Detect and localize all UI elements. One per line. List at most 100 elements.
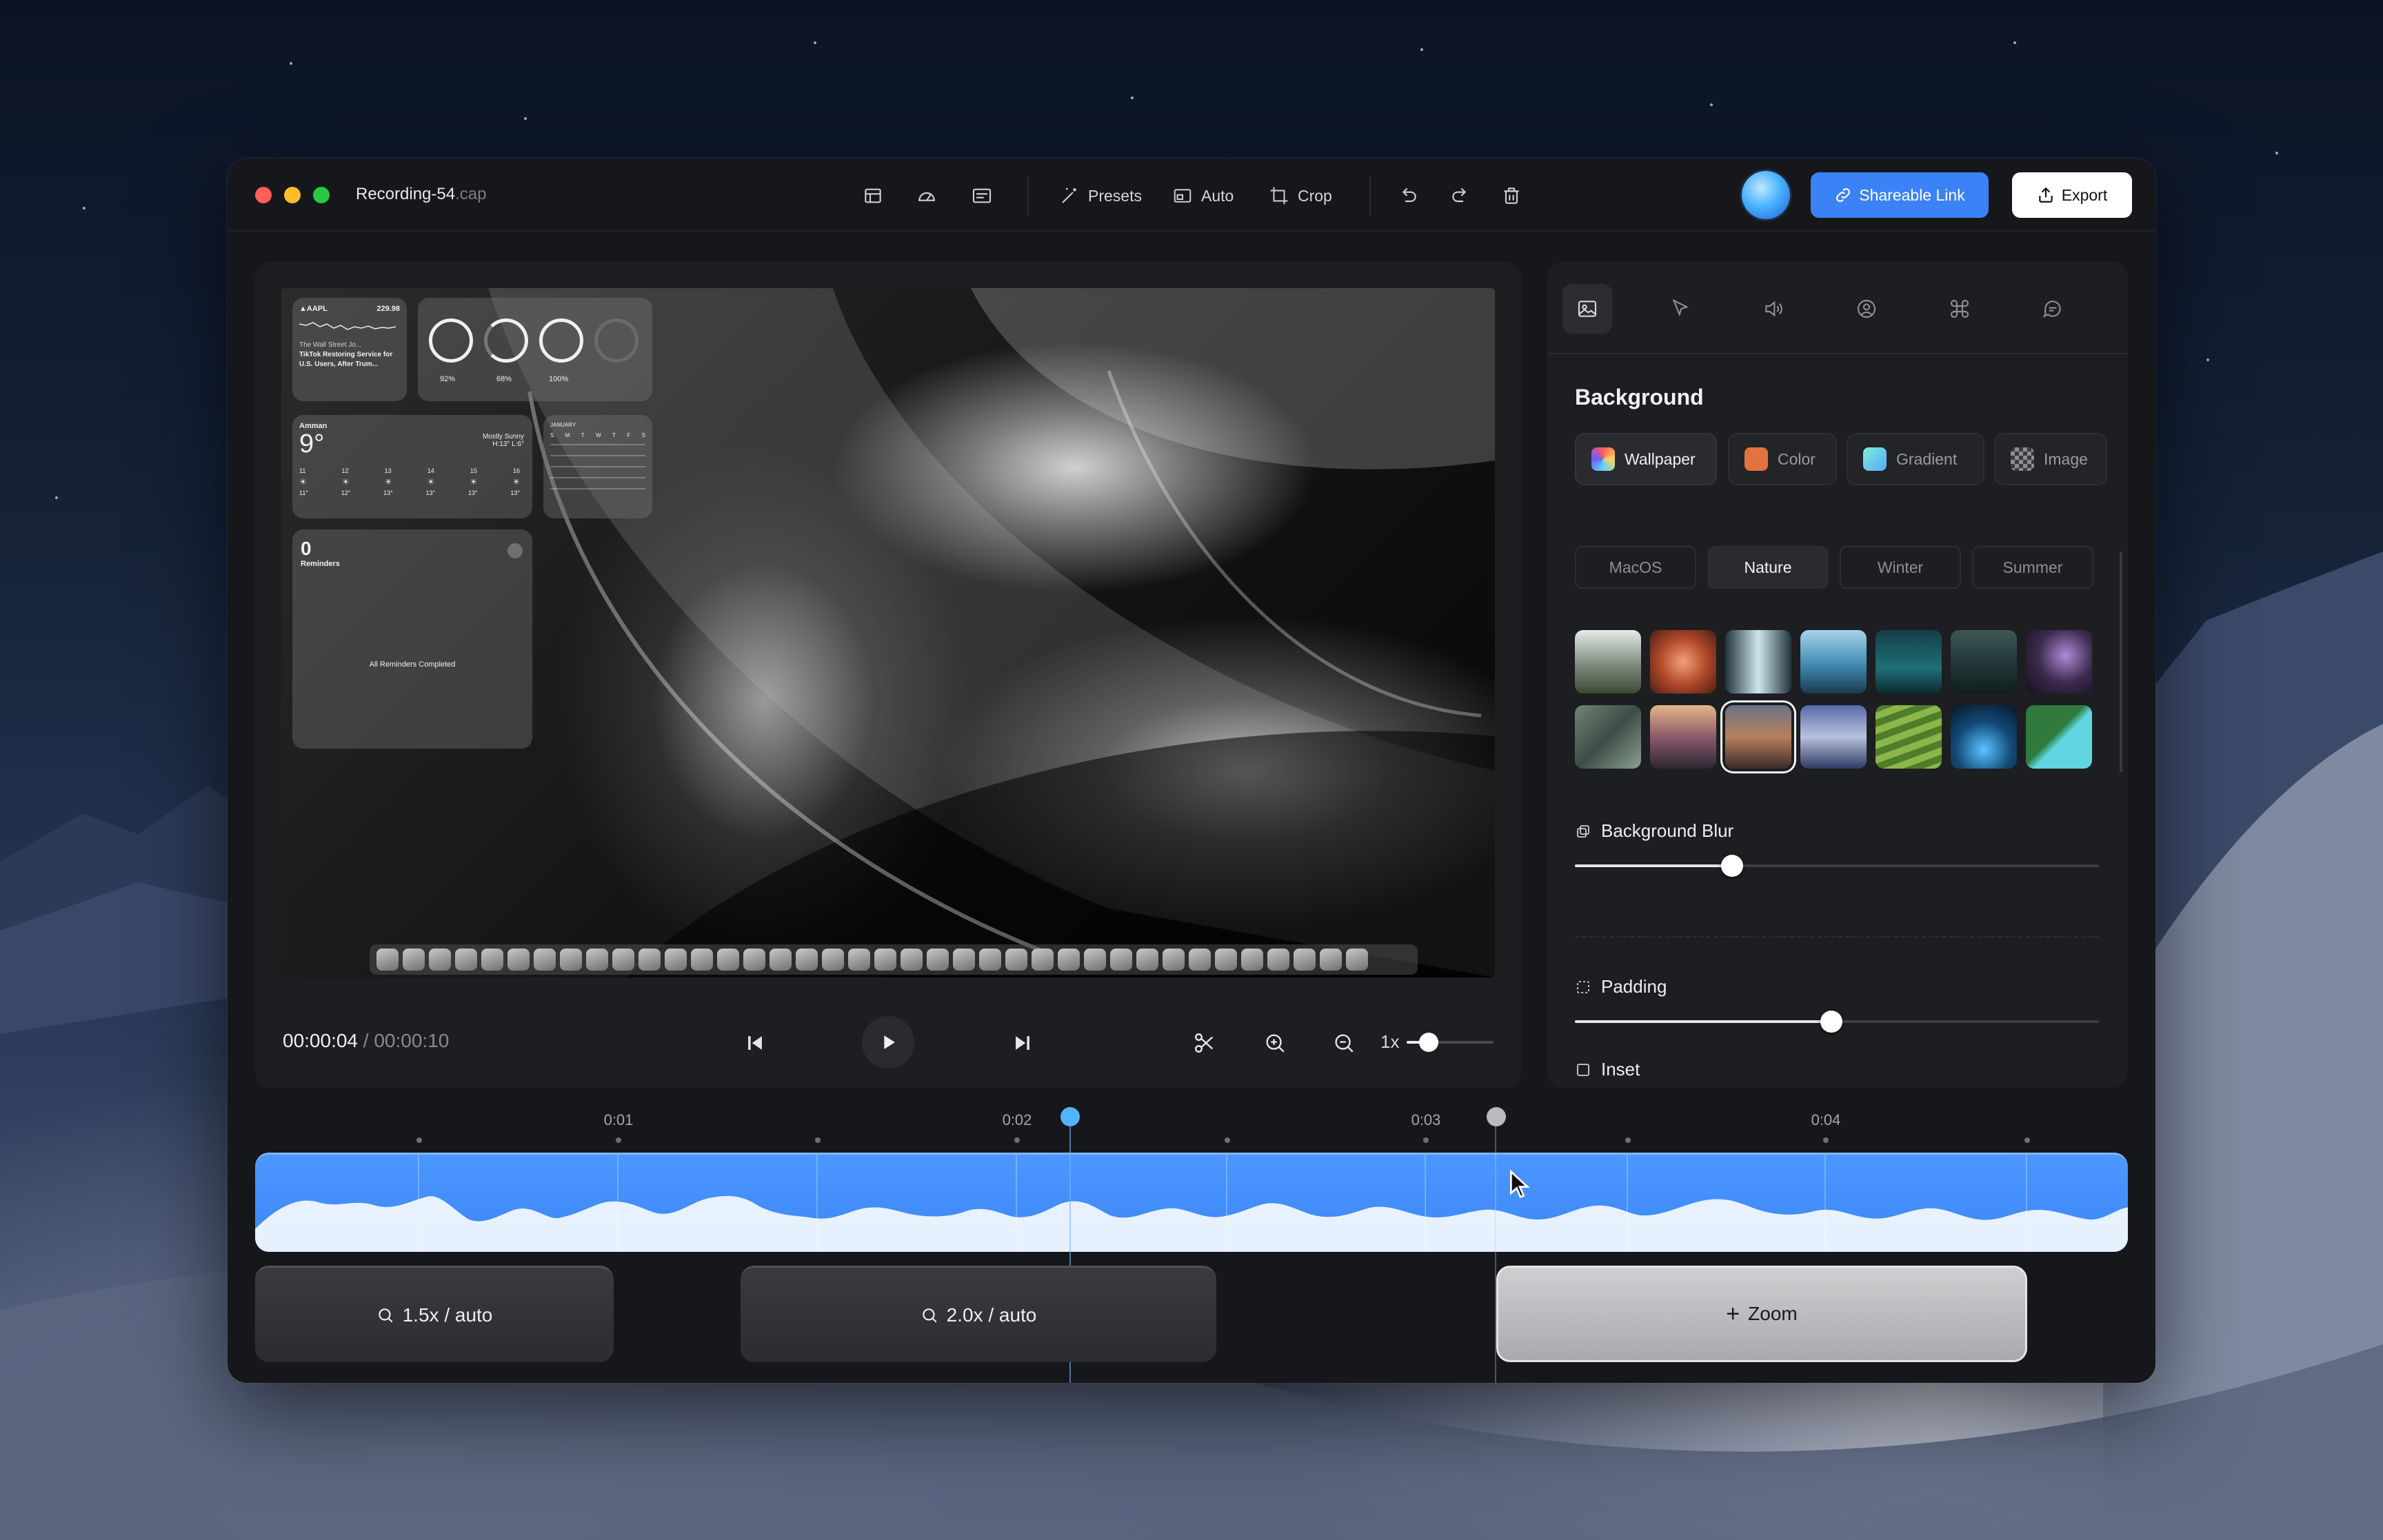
preview-dock [370,944,1418,975]
weather-hour-temp: 13° [510,489,520,496]
calendar-grid [550,444,645,499]
zoom-segment-label: 2.0x / auto [946,1304,1037,1326]
category-macos[interactable]: MacOS [1575,546,1696,589]
stock-widget: ▲AAPL 229.98 The Wall Street Jo... TikTo… [292,298,407,401]
zoom-segment[interactable]: 2.0x / auto [741,1266,1216,1362]
calendar-day: F [627,432,631,438]
battery-widget: 92% 68% 100% [418,298,652,401]
auto-button[interactable]: Auto [1172,181,1234,211]
list-icon [507,543,523,558]
wallpaper-thumbnail[interactable] [1951,630,2017,693]
wallpaper-thumbnail[interactable] [2026,705,2092,769]
wallpaper-thumbnail-selected[interactable] [1725,705,1791,769]
skip-back-button[interactable] [738,1026,772,1060]
timeline-clip[interactable] [255,1153,2128,1252]
presets-button[interactable]: Presets [1059,181,1142,211]
image-icon [1578,301,1597,317]
weather-city: Amman [299,422,328,430]
undo-icon[interactable] [1393,181,1423,211]
redo-icon[interactable] [1445,181,1476,211]
ruler-label: 0:03 [1411,1111,1441,1128]
wallpaper-thumbnail[interactable] [2026,630,2092,693]
ruler-tick [1225,1137,1230,1143]
tab-audio[interactable] [1749,284,1798,334]
layout-icon[interactable] [858,181,888,211]
tab-background[interactable] [1562,284,1612,334]
close-window-button[interactable] [255,187,272,203]
image-type-label: Image [2044,449,2088,468]
calendar-day: S [641,432,645,438]
skip-forward-button[interactable] [1005,1026,1040,1060]
add-zoom-button[interactable]: + Zoom [1496,1266,2027,1362]
weather-condition: Mostly Sunny [482,433,524,440]
category-winter[interactable]: Winter [1840,546,1961,589]
color-type-button[interactable]: Color [1728,433,1837,485]
wallpaper-thumbnail[interactable] [1876,705,1942,769]
toolbar-divider [1027,175,1029,216]
performance-icon[interactable] [912,181,942,211]
gradient-swatch-icon [1863,447,1887,471]
category-nature[interactable]: Nature [1707,546,1829,589]
wallpaper-thumbnail[interactable] [1650,705,1716,769]
gradient-type-button[interactable]: Gradient [1847,433,1984,485]
weather-hour: 11 [299,467,306,474]
crop-label: Crop [1298,186,1332,205]
weather-sun-icons: ☀ ☀ ☀ ☀ ☀ ☀ [299,477,520,487]
wallpaper-thumbnail[interactable] [1876,630,1942,693]
wallpaper-thumbnail[interactable] [1800,705,1867,769]
time-separator: / [363,1030,369,1051]
cursor-icon [1672,298,1689,317]
tab-shortcuts[interactable] [1935,284,1984,334]
trash-icon[interactable] [1496,181,1527,211]
reminders-widget: 0 Reminders All Reminders Completed [292,529,532,749]
zoom-window-button[interactable] [313,187,330,203]
wallpaper-thumbnail[interactable] [1575,705,1641,769]
background-blur-knob[interactable] [1721,855,1743,877]
command-icon [1950,299,1969,318]
wallpaper-thumbnail[interactable] [1800,630,1867,693]
hover-indicator-handle [1487,1107,1506,1126]
window-title: Recording-54.cap [356,185,486,204]
message-icon [2043,301,2061,318]
weather-range: H:13° L:6° [492,440,524,448]
tab-cursor[interactable] [1656,284,1705,334]
split-button[interactable] [1187,1026,1222,1060]
wallpaper-thumbnail[interactable] [1725,630,1791,693]
playhead-handle[interactable] [1060,1107,1080,1126]
weather-hour-temp: 12° [341,489,351,496]
wallpaper-thumbnail[interactable] [1575,630,1641,693]
zoom-in-button[interactable] [1258,1026,1292,1060]
zoom-segment-label: 1.5x / auto [402,1304,493,1326]
tab-camera[interactable] [1842,284,1891,334]
minimize-window-button[interactable] [284,187,301,203]
gradient-type-label: Gradient [1896,449,1958,468]
zoom-segment[interactable]: 1.5x / auto [255,1266,614,1362]
export-button[interactable]: Export [2012,172,2132,218]
image-type-button[interactable]: Image [1994,433,2107,485]
color-type-label: Color [1778,449,1816,468]
inset-label: Inset [1601,1059,1640,1080]
captions-icon[interactable] [967,181,997,211]
category-summer[interactable]: Summer [1972,546,2093,589]
calendar-day: S [550,432,554,438]
padding-option: Padding [1575,976,1667,997]
ruler-tick [416,1137,422,1143]
padding-knob[interactable] [1820,1011,1842,1033]
tab-captions[interactable] [2028,284,2078,334]
settings-scrollbar[interactable] [2120,551,2122,772]
stock-sparkline [299,322,396,330]
speed-label: 1x [1380,1031,1400,1052]
title-bar: Recording-54.cap Presets Auto Crop Share… [228,159,2155,232]
wallpaper-type-button[interactable]: Wallpaper [1575,433,1717,485]
play-button[interactable] [862,1016,914,1068]
crop-button[interactable]: Crop [1269,181,1332,211]
play-icon [884,1035,895,1049]
avatar[interactable] [1742,171,1790,219]
weather-hour-temp: 13° [467,489,478,496]
checkerboard-icon [2011,447,2034,471]
shareable-link-button[interactable]: Shareable Link [1811,172,1989,218]
zoom-out-button[interactable] [1327,1026,1361,1060]
speed-slider-knob[interactable] [1419,1033,1438,1052]
wallpaper-thumbnail[interactable] [1650,630,1716,693]
wallpaper-thumbnail[interactable] [1951,705,2017,769]
